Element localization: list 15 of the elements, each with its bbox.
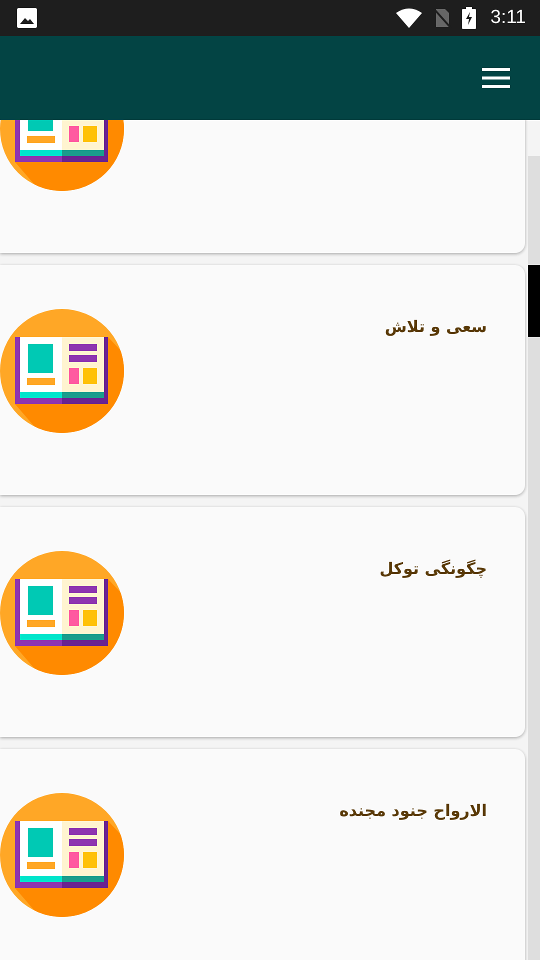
image-icon xyxy=(17,8,37,28)
list-card[interactable]: الارواح جنود مجنده xyxy=(0,749,525,960)
item-title: سعی و تلاش xyxy=(384,316,487,336)
battery-charging-icon xyxy=(462,7,476,29)
status-time: 3:11 xyxy=(490,7,526,29)
item-title: چگونگی توکل xyxy=(378,558,487,578)
scrollbar-thumb[interactable] xyxy=(528,265,540,337)
book-icon xyxy=(0,309,124,433)
wifi-icon xyxy=(396,8,422,28)
menu-icon xyxy=(482,67,510,89)
list-card[interactable]: سعی و تلاش xyxy=(0,265,525,495)
book-icon xyxy=(0,793,124,917)
list-card[interactable]: چگونگی توکل xyxy=(0,507,525,737)
item-title: الارواح جنود مجنده xyxy=(338,800,487,820)
book-icon xyxy=(0,551,124,675)
